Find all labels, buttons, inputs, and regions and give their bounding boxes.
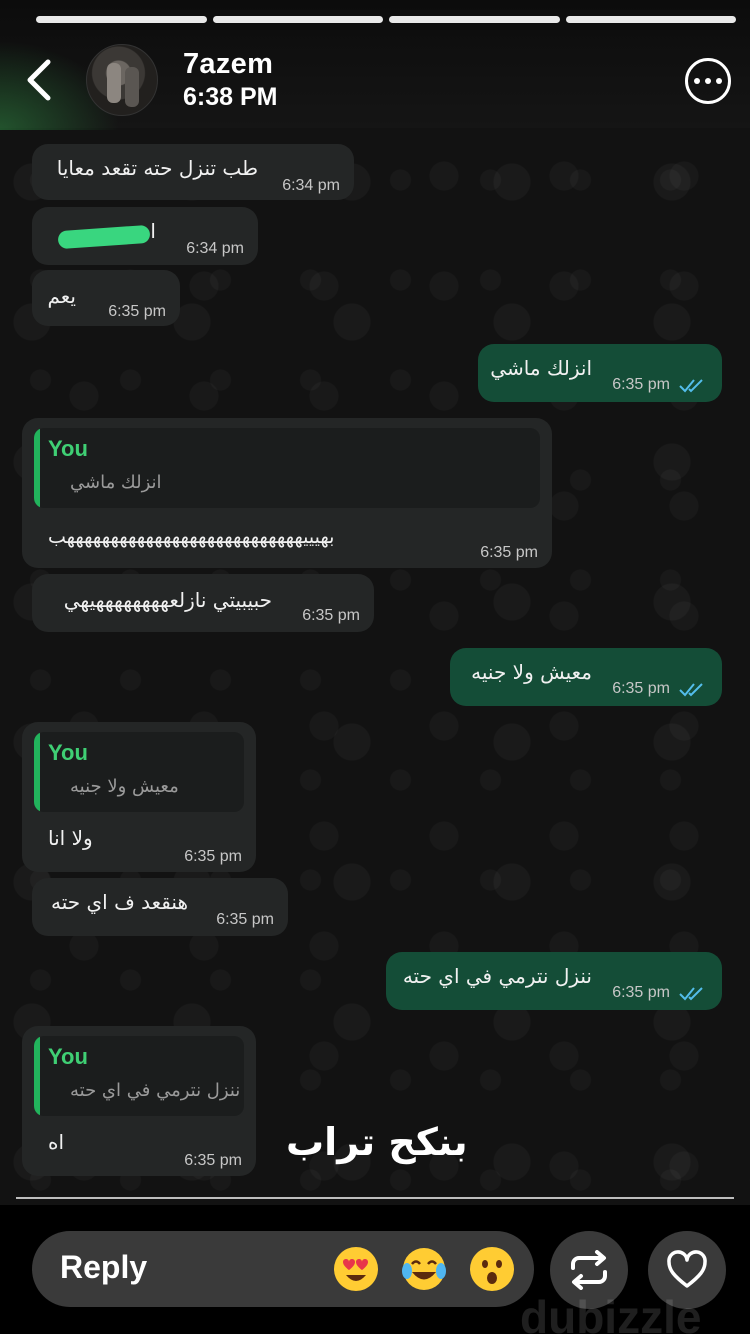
heart-eyes-emoji-icon[interactable] xyxy=(332,1245,380,1293)
back-chevron-icon[interactable] xyxy=(22,56,58,104)
read-receipt-icon xyxy=(679,379,703,393)
watermark: dubizzle xyxy=(520,1291,702,1334)
tears-of-joy-emoji-icon[interactable] xyxy=(400,1245,448,1293)
quote-text: ننزل نترمي في اي حته xyxy=(70,1080,241,1101)
quote-author: You xyxy=(48,1044,88,1069)
quoted-message[interactable]: You انزلك ماشي xyxy=(34,428,540,508)
divider xyxy=(16,1197,734,1199)
message-text: انزلك ماشي xyxy=(490,356,592,380)
quoted-message[interactable]: You معيش ولا جنيه xyxy=(34,732,244,812)
message-time: 6:35 pm xyxy=(184,848,242,865)
story-caption: بنكح تراب xyxy=(286,1120,468,1164)
chat-background: طب تنزل حته تقعد معايا 6:34 pm اي 6:34 p… xyxy=(0,0,750,1205)
quote-accent-bar xyxy=(34,1036,40,1116)
story-progress xyxy=(36,16,736,23)
progress-segment xyxy=(212,16,383,23)
message-incoming-reply[interactable]: You ننزل نترمي في اي حته اه 6:35 pm xyxy=(22,1026,256,1176)
message-time: 6:35 pm xyxy=(302,607,360,624)
quoted-message[interactable]: You ننزل نترمي في اي حته xyxy=(34,1036,244,1116)
message-time: 6:35 pm xyxy=(612,984,670,1001)
story-username[interactable]: 7azem xyxy=(183,48,273,81)
message-time: 6:35 pm xyxy=(216,911,274,928)
message-text: بهيييهههههههههههههههههههههههههههب xyxy=(48,526,335,548)
reply-placeholder: Reply xyxy=(60,1249,148,1285)
message-time: 6:35 pm xyxy=(612,376,670,393)
message-outgoing[interactable]: ننزل نترمي في اي حته 6:35 pm xyxy=(386,952,722,1010)
avatar[interactable] xyxy=(86,44,158,116)
message-text: اه xyxy=(48,1130,65,1154)
progress-segment xyxy=(389,16,560,23)
quote-text: معيش ولا جنيه xyxy=(70,776,179,797)
repost-icon xyxy=(571,1250,607,1290)
message-text: ولا انا xyxy=(48,826,93,850)
message-time: 6:35 pm xyxy=(108,303,166,320)
message-time: 6:35 pm xyxy=(184,1152,242,1169)
more-options-icon[interactable] xyxy=(685,58,731,104)
quote-author: You xyxy=(48,436,88,461)
message-incoming[interactable]: هنقعد ف اي حته 6:35 pm xyxy=(32,878,288,936)
quote-accent-bar xyxy=(34,428,40,508)
reply-input[interactable]: Reply xyxy=(32,1231,534,1307)
message-text: حبيبيتي نازلعههههههههيهي xyxy=(63,588,272,612)
message-text: طب تنزل حته تقعد معايا xyxy=(56,156,258,180)
message-text: هنقعد ف اي حته xyxy=(51,890,188,914)
quote-accent-bar xyxy=(34,732,40,812)
surprised-emoji-icon[interactable] xyxy=(468,1245,516,1293)
read-receipt-icon xyxy=(679,683,703,697)
message-time: 6:35 pm xyxy=(612,680,670,697)
message-text: معيش ولا جنيه xyxy=(471,660,592,684)
message-time: 6:34 pm xyxy=(186,240,244,257)
message-text: يعم xyxy=(47,284,76,308)
message-text: ننزل نترمي في اي حته xyxy=(402,964,592,988)
message-outgoing[interactable]: معيش ولا جنيه 6:35 pm xyxy=(450,648,722,706)
message-outgoing[interactable]: انزلك ماشي 6:35 pm xyxy=(478,344,722,402)
message-incoming-reply[interactable]: You معيش ولا جنيه ولا انا 6:35 pm xyxy=(22,722,256,872)
message-time: 6:35 pm xyxy=(480,544,538,561)
message-time: 6:34 pm xyxy=(282,177,340,194)
message-incoming[interactable]: حبيبيتي نازلعههههههههيهي 6:35 pm xyxy=(32,574,374,632)
read-receipt-icon xyxy=(679,987,703,1001)
quote-author: You xyxy=(48,740,88,765)
heart-icon xyxy=(667,1250,707,1288)
message-incoming[interactable]: يعم 6:35 pm xyxy=(32,270,180,326)
progress-segment xyxy=(36,16,207,23)
quote-text: انزلك ماشي xyxy=(70,472,162,493)
story-time: 6:38 PM xyxy=(183,83,278,111)
message-incoming[interactable]: طب تنزل حته تقعد معايا 6:34 pm xyxy=(32,144,354,200)
message-incoming-reply[interactable]: You انزلك ماشي بهيييهههههههههههههههههههه… xyxy=(22,418,552,568)
progress-segment xyxy=(565,16,736,23)
